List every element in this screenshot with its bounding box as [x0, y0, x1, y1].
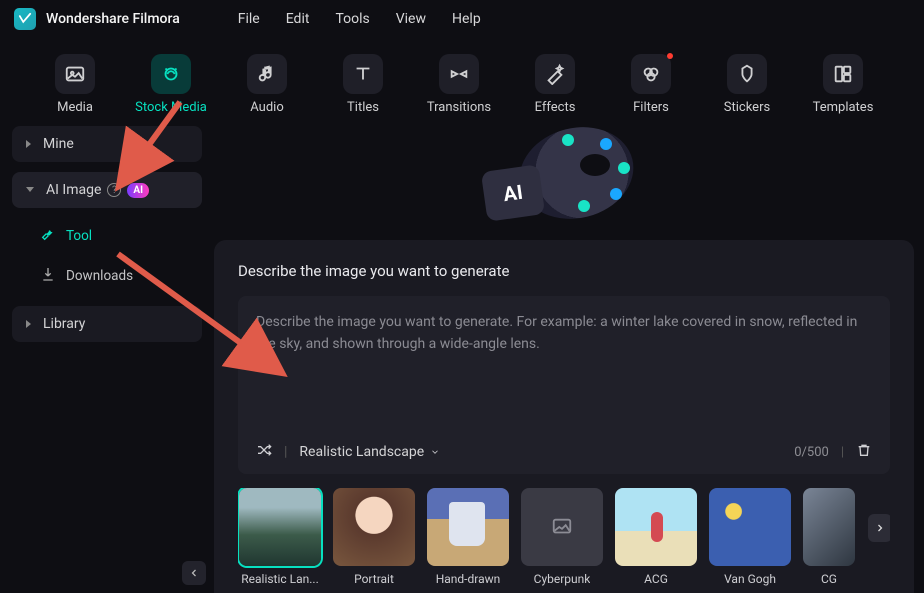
download-icon [40, 266, 56, 286]
style-cg[interactable]: CG [802, 488, 856, 586]
sidebar-collapse-button[interactable] [182, 561, 206, 585]
style-label: Portrait [354, 572, 394, 586]
menu-bar: File Edit Tools View Help [226, 7, 493, 31]
sidebar-group-mine[interactable]: Mine [12, 126, 202, 162]
tab-titles-label: Titles [347, 100, 379, 115]
wrench-icon [40, 226, 56, 246]
tab-filters[interactable]: Filters [606, 42, 696, 120]
tab-transitions-label: Transitions [427, 100, 491, 115]
sidebar-library-label: Library [43, 316, 85, 332]
tab-audio[interactable]: Audio [222, 42, 312, 120]
ai-badge: AI [127, 183, 149, 198]
style-label: Realistic Lan... [241, 572, 319, 586]
app-title: Wondershare Filmora [46, 11, 180, 27]
style-label: Hand-drawn [436, 572, 501, 586]
sidebar-item-label: Tool [66, 228, 92, 244]
chevron-right-icon [26, 320, 31, 328]
chevron-right-icon [26, 140, 31, 148]
sidebar-item-tool[interactable]: Tool [28, 216, 202, 256]
sidebar-item-label: Downloads [66, 268, 133, 284]
style-label: CG [821, 572, 837, 586]
hero-illustration: AI [214, 120, 914, 240]
tab-media-label: Media [57, 100, 93, 115]
style-van-gogh[interactable]: Van Gogh [708, 488, 792, 586]
image-icon [549, 516, 575, 538]
prompt-input[interactable]: Describe the image you want to generate.… [238, 296, 890, 474]
tab-filters-label: Filters [633, 100, 669, 115]
shuffle-icon[interactable] [256, 442, 272, 462]
style-portrait[interactable]: Portrait [332, 488, 416, 586]
sidebar-group-ai-image[interactable]: AI Image ? AI [12, 172, 202, 208]
tab-stock-media[interactable]: Stock Media [126, 42, 216, 120]
tab-stock-media-label: Stock Media [135, 100, 207, 115]
panel-title: Describe the image you want to generate [238, 262, 890, 280]
menu-file[interactable]: File [226, 7, 272, 31]
caret-down-icon [430, 447, 440, 457]
style-cyberpunk[interactable]: Cyberpunk [520, 488, 604, 586]
tab-effects-label: Effects [535, 100, 576, 115]
sidebar-item-downloads[interactable]: Downloads [28, 256, 202, 296]
tab-audio-label: Audio [250, 100, 283, 115]
sidebar-mine-label: Mine [43, 136, 74, 152]
menu-tools[interactable]: Tools [323, 7, 381, 31]
menu-help[interactable]: Help [440, 7, 493, 31]
style-thumbnails: Realistic Lan... Portrait Hand-drawn [238, 488, 890, 586]
style-select[interactable]: Realistic Landscape [299, 444, 440, 460]
style-acg[interactable]: ACG [614, 488, 698, 586]
style-realistic-landscape[interactable]: Realistic Lan... [238, 488, 322, 586]
tab-media[interactable]: Media [30, 42, 120, 120]
prompt-placeholder: Describe the image you want to generate.… [256, 312, 872, 355]
tab-transitions[interactable]: Transitions [414, 42, 504, 120]
trash-icon[interactable] [856, 442, 872, 462]
char-count: 0/500 [794, 445, 829, 460]
menu-edit[interactable]: Edit [274, 7, 322, 31]
style-select-label: Realistic Landscape [299, 444, 424, 460]
tab-templates[interactable]: Templates [798, 42, 888, 120]
ai-image-panel: Describe the image you want to generate … [214, 240, 914, 593]
next-styles-button[interactable] [868, 514, 890, 542]
style-label: Van Gogh [724, 572, 776, 586]
tab-titles[interactable]: Titles [318, 42, 408, 120]
tab-effects[interactable]: Effects [510, 42, 600, 120]
tab-stickers-label: Stickers [724, 100, 770, 115]
app-logo [14, 8, 36, 30]
chevron-down-icon [26, 187, 34, 196]
sidebar-group-library[interactable]: Library [12, 306, 202, 342]
style-hand-drawn[interactable]: Hand-drawn [426, 488, 510, 586]
menu-view[interactable]: View [384, 7, 438, 31]
style-label: ACG [644, 572, 668, 586]
tab-templates-label: Templates [813, 100, 874, 115]
style-label: Cyberpunk [534, 572, 591, 586]
tab-stickers[interactable]: Stickers [702, 42, 792, 120]
sidebar-ai-image-label: AI Image [46, 182, 101, 198]
help-icon[interactable]: ? [107, 183, 121, 197]
